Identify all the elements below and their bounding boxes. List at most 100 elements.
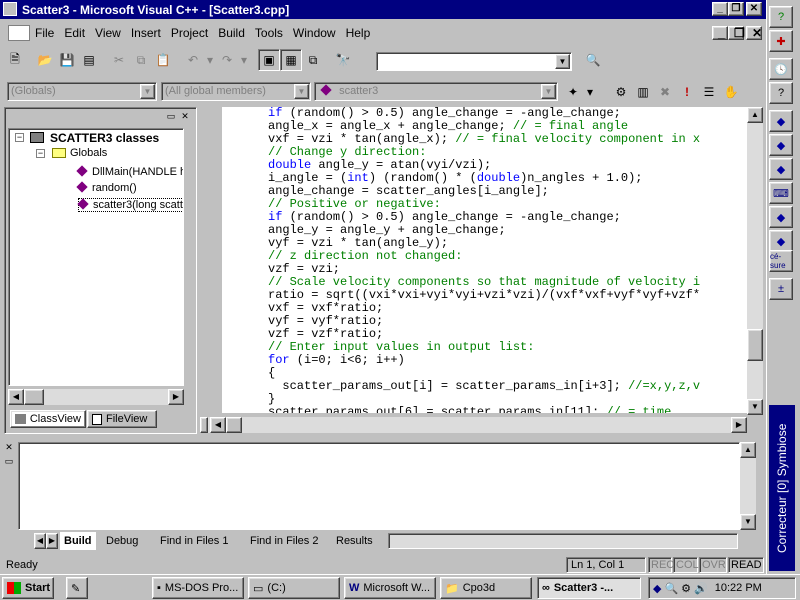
task-word[interactable]: W Microsoft W... bbox=[344, 577, 436, 599]
side-diamond-icon[interactable]: ◆ bbox=[769, 110, 793, 132]
scroll-up-icon[interactable]: ▲ bbox=[740, 442, 756, 458]
go-icon[interactable]: ☰ bbox=[698, 81, 720, 103]
editor-vscroll[interactable]: ▲ ▼ bbox=[747, 107, 763, 415]
menu-help[interactable]: Help bbox=[341, 26, 376, 40]
find-combo[interactable]: ▼ bbox=[376, 52, 572, 71]
task-msdos[interactable]: ▪ MS-DOS Pro... bbox=[152, 577, 244, 599]
tab-find-in-files-1[interactable]: Find in Files 1 bbox=[156, 532, 232, 550]
undo-icon[interactable]: ↶ bbox=[182, 49, 204, 71]
close-button[interactable]: ✕ bbox=[746, 2, 762, 16]
tree-item[interactable]: random() bbox=[76, 181, 137, 194]
side-diamond-icon[interactable]: ◆ bbox=[769, 158, 793, 180]
tab-hscroll[interactable] bbox=[388, 533, 738, 549]
menu-edit[interactable]: Edit bbox=[59, 26, 90, 40]
side-question-icon[interactable]: ? bbox=[769, 6, 793, 28]
menu-project[interactable]: Project bbox=[166, 26, 213, 40]
save-all-icon[interactable]: ▤ bbox=[78, 49, 100, 71]
menu-view[interactable]: View bbox=[90, 26, 126, 40]
menu-insert[interactable]: Insert bbox=[126, 26, 166, 40]
function-combo[interactable]: scatter3 ▼ bbox=[314, 82, 558, 101]
build-icon[interactable]: ▥ bbox=[632, 81, 654, 103]
side-cesure-button[interactable]: cé-sure bbox=[769, 250, 793, 272]
doc-minimize-button[interactable]: _ bbox=[712, 26, 728, 40]
shield-icon[interactable]: ◆ bbox=[653, 582, 661, 595]
vscroll-thumb[interactable] bbox=[747, 329, 763, 361]
tab-fileview[interactable]: FileView bbox=[87, 410, 157, 428]
output-close-icon[interactable]: ✕ bbox=[3, 442, 15, 454]
output-toggle-icon[interactable]: ▦ bbox=[280, 49, 302, 71]
workspace-toggle-icon[interactable]: ▣ bbox=[258, 49, 280, 71]
scroll-down-icon[interactable]: ▼ bbox=[740, 514, 756, 530]
wizard-bar-icon[interactable]: ✦ bbox=[562, 81, 584, 103]
side-diamond-icon[interactable]: ◆ bbox=[769, 134, 793, 156]
scroll-up-icon[interactable]: ▲ bbox=[747, 107, 763, 123]
scroll-left-icon[interactable]: ◀ bbox=[8, 389, 24, 405]
task-drive-c[interactable]: ▭ (C:) bbox=[248, 577, 340, 599]
class-combo[interactable]: (Globals) ▼ bbox=[7, 82, 157, 101]
wizard-dropdown-icon[interactable]: ▾ bbox=[584, 81, 596, 103]
doc-icon[interactable] bbox=[8, 25, 30, 41]
cut-icon[interactable]: ✂ bbox=[108, 49, 130, 71]
split-box[interactable] bbox=[200, 417, 208, 433]
speaker-icon[interactable]: 🔊 bbox=[694, 582, 708, 595]
tree-root[interactable]: SCATTER3 classes bbox=[50, 131, 159, 145]
scroll-left-icon[interactable]: ◀ bbox=[210, 417, 226, 433]
workspace-restore-icon[interactable]: ▭ bbox=[164, 111, 178, 123]
side-plus-icon[interactable]: ✚ bbox=[769, 30, 793, 52]
hscroll-thumb[interactable] bbox=[226, 417, 242, 433]
copy-icon[interactable]: ⧉ bbox=[130, 49, 152, 71]
side-diamond-icon[interactable]: ◆ bbox=[769, 230, 793, 252]
output-text[interactable] bbox=[18, 442, 740, 530]
doc-restore-button[interactable]: ❐ bbox=[728, 26, 745, 40]
side-help-icon[interactable]: ? bbox=[769, 82, 793, 104]
tree-item[interactable]: DllMain(HANDLE h bbox=[76, 165, 183, 178]
expand-globals-icon[interactable]: − bbox=[36, 149, 45, 158]
menu-file[interactable]: File bbox=[30, 26, 59, 40]
task-scatter3-active[interactable]: ∞ Scatter3 -... bbox=[537, 577, 641, 599]
restore-button[interactable]: ❐ bbox=[728, 2, 744, 16]
tray-gear-icon[interactable]: ⚙ bbox=[681, 582, 691, 595]
tab-results[interactable]: Results bbox=[332, 532, 377, 550]
scroll-thumb[interactable] bbox=[24, 389, 44, 405]
tab-scroll-right-icon[interactable]: ▶ bbox=[46, 533, 58, 549]
output-restore-icon[interactable]: ▭ bbox=[3, 456, 15, 468]
execute-icon[interactable]: ! bbox=[676, 81, 698, 103]
editor-hscroll[interactable]: ◀ ▶ bbox=[200, 417, 747, 433]
redo-dropdown-icon[interactable]: ▾ bbox=[238, 49, 250, 71]
scroll-right-icon[interactable]: ▶ bbox=[731, 417, 747, 433]
start-button[interactable]: Start bbox=[2, 577, 54, 599]
search-binoculars-icon[interactable]: 🔍 bbox=[582, 49, 604, 71]
task-cpo3d[interactable]: 📁 Cpo3d bbox=[440, 577, 532, 599]
tab-classview[interactable]: ClassView bbox=[10, 410, 86, 428]
breakpoint-hand-icon[interactable]: ✋ bbox=[720, 81, 742, 103]
tray-search-icon[interactable]: 🔍 bbox=[664, 582, 678, 595]
workspace-close-icon[interactable]: ✕ bbox=[178, 111, 192, 123]
paste-icon[interactable]: 📋 bbox=[152, 49, 174, 71]
function-combo-dropdown-icon[interactable]: ▼ bbox=[541, 84, 556, 99]
tree-hscroll[interactable]: ◀ ▶ bbox=[8, 389, 184, 405]
tab-debug[interactable]: Debug bbox=[102, 532, 142, 550]
tab-build[interactable]: Build bbox=[60, 532, 96, 550]
find-in-files-icon[interactable]: 🔭 bbox=[332, 49, 354, 71]
window-list-icon[interactable]: ⧉ bbox=[302, 49, 324, 71]
app-icon[interactable] bbox=[3, 2, 17, 16]
tab-scroll-left-icon[interactable]: ◀ bbox=[34, 533, 46, 549]
menu-tools[interactable]: Tools bbox=[250, 26, 288, 40]
redo-icon[interactable]: ↷ bbox=[216, 49, 238, 71]
side-clock-icon[interactable]: 🕓 bbox=[769, 58, 793, 80]
tree-item-selected[interactable]: scatter3(long scatte bbox=[77, 198, 183, 212]
stop-build-icon[interactable]: ✖ bbox=[654, 81, 676, 103]
new-text-file-icon[interactable]: 🗎 bbox=[4, 49, 26, 71]
doc-close-button[interactable]: ✕ bbox=[746, 26, 762, 40]
tree-folder[interactable]: Globals bbox=[70, 147, 107, 159]
menu-window[interactable]: Window bbox=[288, 26, 341, 40]
class-combo-dropdown-icon[interactable]: ▼ bbox=[140, 84, 155, 99]
side-diamond-icon[interactable]: ◆ bbox=[769, 206, 793, 228]
output-vscroll[interactable]: ▲ ▼ bbox=[740, 442, 756, 530]
find-combo-dropdown-icon[interactable]: ▼ bbox=[555, 54, 570, 69]
tab-find-in-files-2[interactable]: Find in Files 2 bbox=[246, 532, 322, 550]
compile-icon[interactable]: ⚙ bbox=[610, 81, 632, 103]
code-editor[interactable]: if (random() > 0.5) angle_change = -angl… bbox=[222, 107, 747, 413]
menu-build[interactable]: Build bbox=[213, 26, 250, 40]
members-combo[interactable]: (All global members) ▼ bbox=[161, 82, 311, 101]
